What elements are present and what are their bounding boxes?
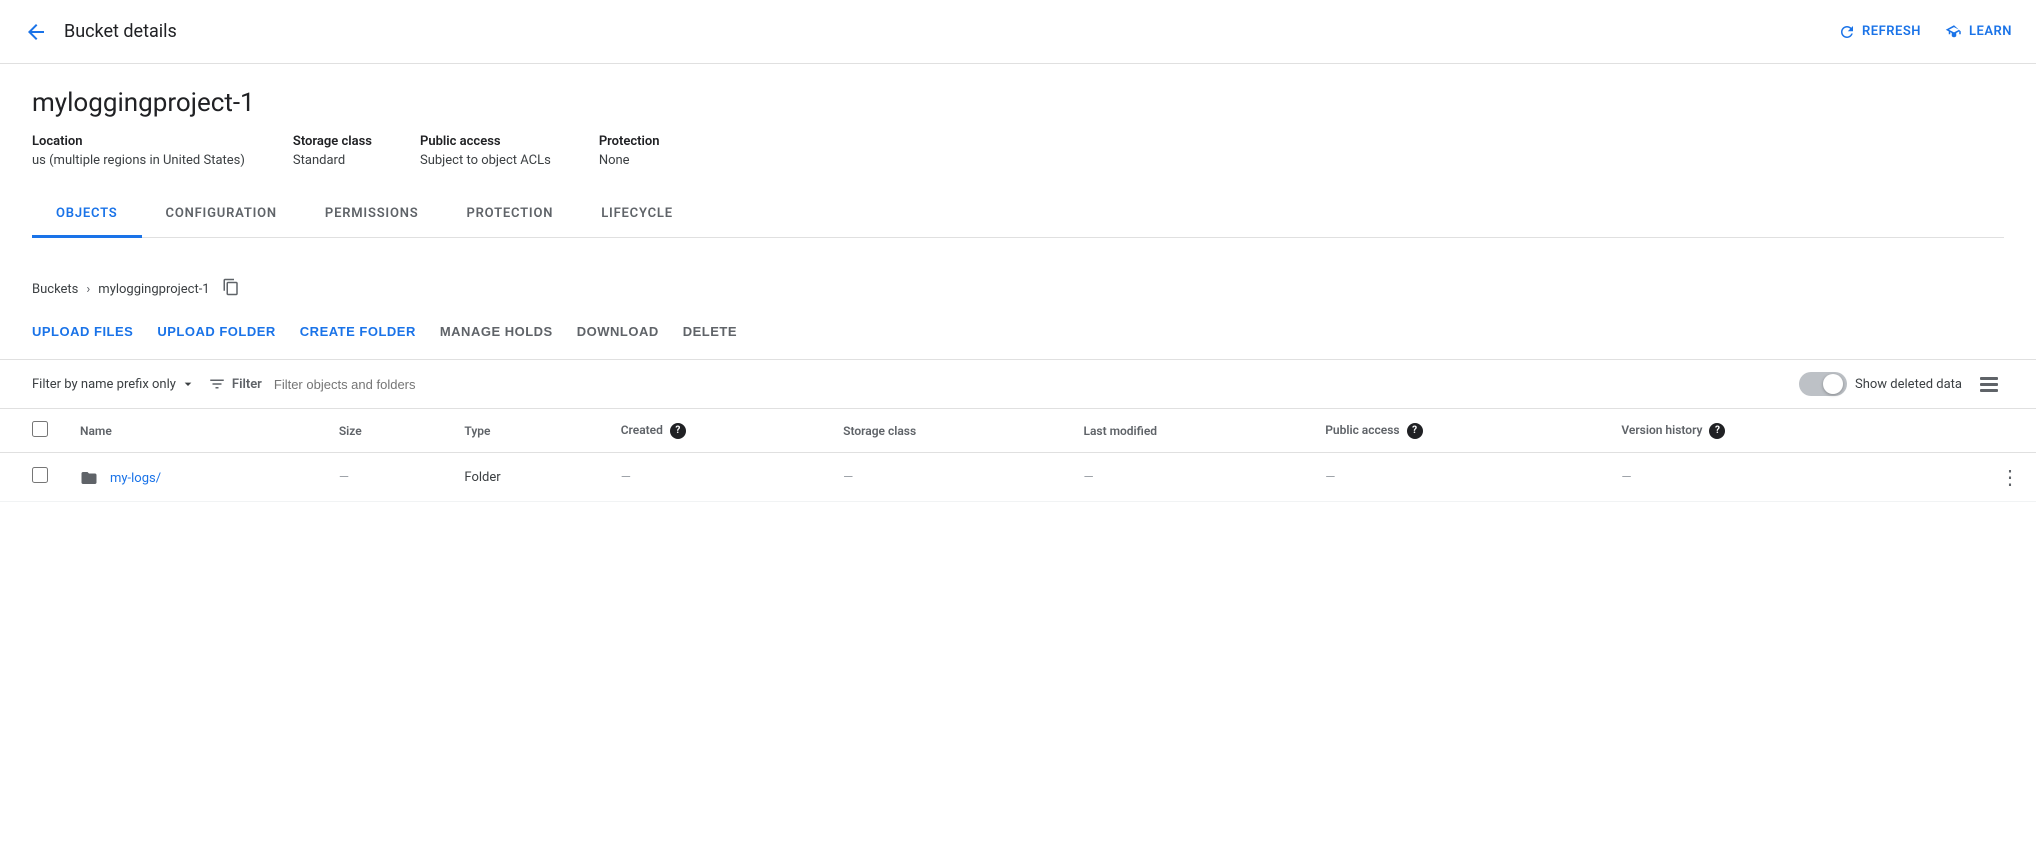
th-name: Name [64,409,323,453]
top-bar-left: Bucket details [24,20,177,44]
storage-class-label: Storage class [293,134,372,149]
refresh-button[interactable]: REFRESH [1838,23,1921,41]
learn-label: LEARN [1969,24,2012,39]
version-history-help-icon[interactable]: ? [1709,423,1725,439]
th-size: Size [323,409,449,453]
table-header-row: Name Size Type Created ? Storage class L… [0,409,2036,453]
storage-class-meta: Storage class Standard [293,134,372,168]
th-actions [1917,409,2036,453]
learn-button[interactable]: LEARN [1945,23,2012,41]
location-value: us (multiple regions in United States) [32,153,245,168]
filter-prefix-dropdown[interactable]: Filter by name prefix only [32,368,196,400]
location-label: Location [32,134,245,149]
bucket-metadata: Location us (multiple regions in United … [32,134,2004,168]
protection-meta: Protection None [599,134,660,168]
protection-value: None [599,153,660,168]
top-bar: Bucket details REFRESH LEARN [0,0,2036,64]
public-access-value: Subject to object ACLs [420,153,551,168]
filter-icon-wrap: Filter [208,375,262,393]
row-checkbox-cell [0,453,64,502]
row-last-modified: — [1067,453,1309,502]
row-more-actions: ⋮ [1917,453,2036,502]
protection-label: Protection [599,134,660,149]
storage-class-value: Standard [293,153,372,168]
upload-files-button[interactable]: UPLOAD FILES [32,316,133,347]
copy-icon[interactable] [222,278,240,300]
toggle-knob [1823,374,1843,394]
th-type: Type [448,409,604,453]
th-public-access: Public access ? [1309,409,1605,453]
show-deleted-toggle[interactable] [1799,372,1847,396]
filter-bar: Filter by name prefix only Filter Show d… [0,359,2036,409]
row-version-history: — [1605,453,1917,502]
th-last-modified: Last modified [1067,409,1309,453]
public-access-label: Public access [420,134,551,149]
filter-prefix-label: Filter by name prefix only [32,377,176,392]
bucket-info-section: myloggingproject-1 Location us (multiple… [0,64,2036,262]
table-row: my-logs/ — Folder — — — — — ⋮ [0,453,2036,502]
select-all-th [0,409,64,453]
breadcrumb-separator: › [86,282,90,297]
bucket-name: myloggingproject-1 [32,88,2004,118]
filter-icon-label: Filter [232,377,262,392]
row-public-access: — [1309,453,1605,502]
create-folder-button[interactable]: CREATE FOLDER [300,316,416,347]
download-button[interactable]: DOWNLOAD [577,316,659,347]
folder-icon [80,467,102,486]
public-access-help-icon[interactable]: ? [1407,423,1423,439]
tab-permissions[interactable]: PERMISSIONS [301,192,443,238]
back-button[interactable] [24,20,48,44]
show-deleted-label: Show deleted data [1855,377,1962,392]
tab-configuration[interactable]: CONFIGURATION [142,192,301,238]
tab-protection[interactable]: PROTECTION [442,192,577,238]
row-checkbox[interactable] [32,467,48,483]
refresh-label: REFRESH [1862,24,1921,39]
objects-table: Name Size Type Created ? Storage class L… [0,409,2036,502]
upload-folder-button[interactable]: UPLOAD FOLDER [157,316,275,347]
show-deleted-toggle-wrap: Show deleted data [1799,372,1962,396]
public-access-meta: Public access Subject to object ACLs [420,134,551,168]
row-name-link[interactable]: my-logs/ [110,471,161,486]
density-button[interactable] [1974,371,2004,398]
tab-lifecycle[interactable]: LIFECYCLE [577,192,697,238]
created-help-icon[interactable]: ? [670,423,686,439]
filter-right: Show deleted data [1799,371,2004,398]
breadcrumb: Buckets › myloggingproject-1 [0,262,2036,308]
row-more-button[interactable]: ⋮ [2000,465,2020,489]
th-created: Created ? [605,409,827,453]
select-all-checkbox[interactable] [32,421,48,437]
th-version-history: Version history ? [1605,409,1917,453]
tab-objects[interactable]: OBJECTS [32,192,142,238]
action-bar: UPLOAD FILES UPLOAD FOLDER CREATE FOLDER… [0,308,2036,359]
th-storage-class: Storage class [827,409,1067,453]
page-title: Bucket details [64,21,177,42]
row-created: — [605,453,827,502]
manage-holds-button[interactable]: MANAGE HOLDS [440,316,553,347]
row-storage-class: — [827,453,1067,502]
row-type: Folder [448,453,604,502]
filter-input[interactable] [274,377,1787,392]
delete-button[interactable]: DELETE [683,316,737,347]
row-size: — [323,453,449,502]
tab-bar: OBJECTS CONFIGURATION PERMISSIONS PROTEC… [32,192,2004,238]
breadcrumb-buckets[interactable]: Buckets [32,282,78,297]
breadcrumb-current: myloggingproject-1 [98,282,209,297]
top-bar-right: REFRESH LEARN [1838,23,2012,41]
row-name: my-logs/ [64,453,323,502]
location-meta: Location us (multiple regions in United … [32,134,245,168]
